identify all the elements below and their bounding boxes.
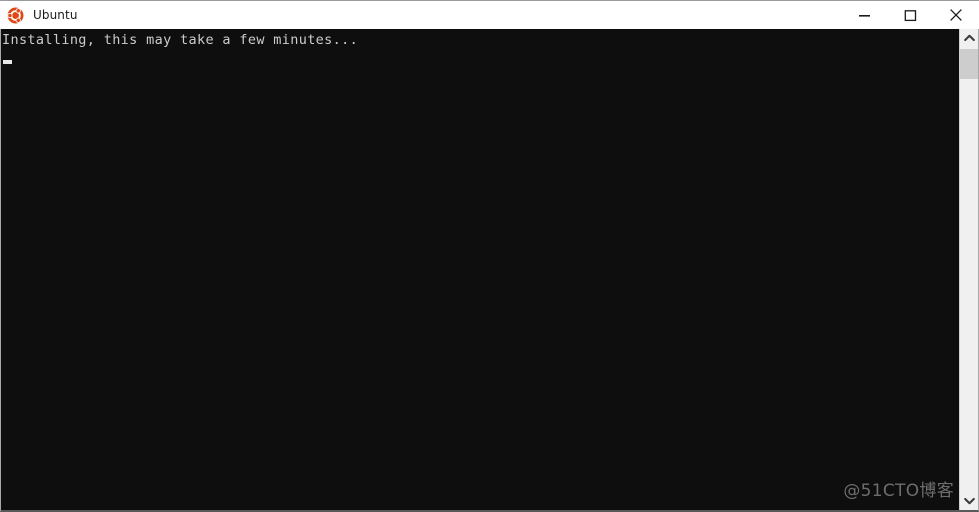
scrollbar-up-button[interactable] (960, 29, 978, 47)
chevron-down-icon (963, 497, 975, 505)
vertical-scrollbar[interactable] (959, 29, 978, 510)
terminal-output-area[interactable]: Installing, this may take a few minutes.… (1, 29, 959, 510)
maximize-icon (904, 9, 917, 22)
scrollbar-down-button[interactable] (960, 492, 978, 510)
terminal-body: Installing, this may take a few minutes.… (0, 29, 979, 512)
terminal-cursor (3, 60, 12, 64)
ubuntu-terminal-window: Ubuntu Installing, this may take a few m… (0, 0, 979, 512)
titlebar-drag-area[interactable] (78, 1, 841, 29)
titlebar-identity: Ubuntu (0, 7, 78, 24)
scrollbar-track[interactable] (960, 47, 978, 492)
window-title: Ubuntu (33, 8, 78, 22)
close-button[interactable] (933, 1, 979, 29)
terminal-line: Installing, this may take a few minutes.… (2, 32, 359, 48)
chevron-up-icon (963, 34, 975, 42)
terminal-cursor-line (2, 49, 959, 67)
close-icon (949, 8, 963, 22)
window-titlebar[interactable]: Ubuntu (0, 0, 979, 29)
minimize-button[interactable] (841, 1, 887, 29)
minimize-icon (858, 9, 871, 22)
ubuntu-logo-icon (7, 7, 24, 24)
maximize-button[interactable] (887, 1, 933, 29)
window-controls (841, 1, 979, 29)
scrollbar-thumb[interactable] (960, 49, 978, 79)
